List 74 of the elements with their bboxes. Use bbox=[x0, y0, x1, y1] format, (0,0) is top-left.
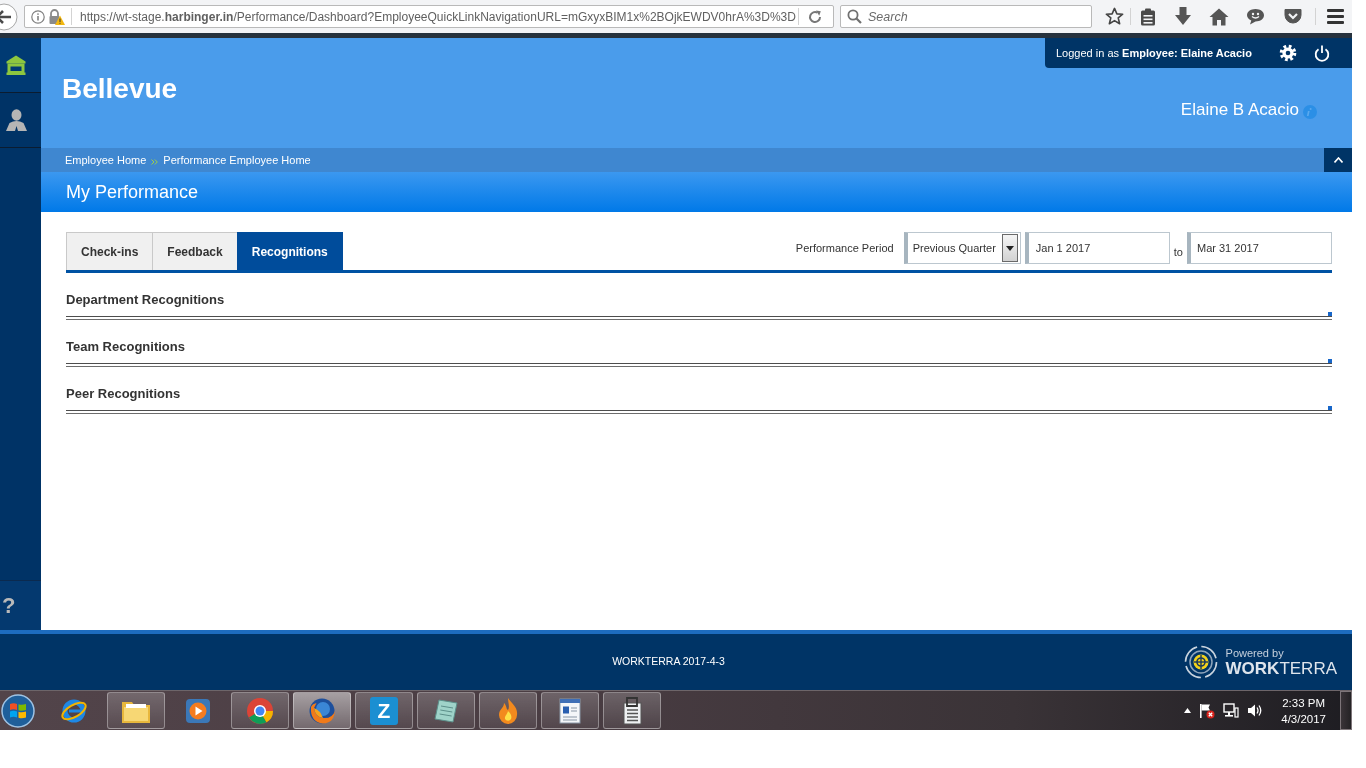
section-title: Team Recognitions bbox=[66, 339, 185, 355]
powered-by-text: Powered by bbox=[1225, 646, 1285, 659]
target-emblem-icon bbox=[1183, 645, 1218, 679]
site-title: Bellevue bbox=[62, 72, 178, 106]
search-input[interactable]: Search bbox=[862, 6, 1091, 27]
address-bar[interactable]: https://wt-stage.harbinger.in/Performance/Dashboard?EmployeeQuickLinkNavigationURL=mGxyxBIM1x%2BOjkEWDV0hrA%3D%3D bbox=[24, 5, 834, 28]
taskbar-app-button[interactable] bbox=[107, 692, 165, 729]
dropdown-button[interactable] bbox=[1001, 234, 1018, 262]
tab[interactable]: Check-ins bbox=[66, 232, 154, 270]
taskbar-app-button[interactable] bbox=[231, 692, 289, 729]
footer-text: WORKTERRA 2017-4-3 bbox=[612, 654, 725, 670]
taskbar-app-button[interactable] bbox=[603, 692, 661, 729]
marker-icon bbox=[1328, 312, 1332, 316]
taskbar-app-button[interactable] bbox=[541, 692, 599, 729]
sidebar-nav-item[interactable] bbox=[0, 38, 41, 93]
help-link[interactable]: ? bbox=[0, 580, 41, 630]
fox-globe-icon bbox=[308, 696, 336, 725]
chat-bubble-icon[interactable] bbox=[1246, 8, 1265, 25]
speaker-icon[interactable] bbox=[1247, 703, 1264, 718]
search-field[interactable]: Search bbox=[840, 5, 1092, 28]
date-field[interactable]: Mar 31 2017 bbox=[1187, 232, 1332, 264]
taskbar-app-button[interactable] bbox=[479, 692, 537, 729]
network-icon[interactable] bbox=[1223, 702, 1240, 719]
collapse-button[interactable] bbox=[1324, 148, 1352, 172]
person-icon bbox=[5, 109, 27, 131]
section-title: Peer Recognitions bbox=[66, 386, 181, 402]
section-title: Department Recognitions bbox=[66, 292, 225, 308]
pocket-icon[interactable] bbox=[1284, 8, 1302, 25]
breadcrumb-link[interactable]: Performance Employee Home bbox=[163, 151, 311, 169]
app-logo: Z bbox=[370, 696, 398, 725]
tab[interactable]: Recognitions bbox=[236, 232, 343, 270]
tab[interactable]: Feedback bbox=[152, 232, 238, 270]
show-desktop-button[interactable] bbox=[1340, 691, 1352, 730]
caret-down-icon bbox=[1005, 245, 1014, 251]
brand-logo-text: WORKTERRA bbox=[1225, 658, 1337, 678]
taskbar-app-button[interactable]: Z bbox=[355, 692, 413, 729]
info-icon[interactable] bbox=[31, 9, 45, 24]
bookmark-star-icon[interactable] bbox=[1105, 7, 1124, 26]
period-select[interactable]: Previous Quarter bbox=[903, 232, 1021, 264]
login-text: Logged in as Employee: Elaine Acacio bbox=[1056, 45, 1252, 61]
start-orb-icon[interactable] bbox=[1, 693, 35, 728]
marker-icon bbox=[1328, 406, 1332, 410]
date-field[interactable]: Jan 1 2017 bbox=[1024, 232, 1170, 264]
clock-time[interactable]: 2:33 PM bbox=[1281, 694, 1326, 711]
settings-icon[interactable] bbox=[1279, 44, 1297, 62]
power-icon[interactable] bbox=[1314, 44, 1330, 62]
search-icon bbox=[847, 9, 862, 24]
back-icon[interactable] bbox=[0, 2, 20, 31]
reload-icon[interactable] bbox=[807, 8, 823, 25]
notepad-icon bbox=[433, 697, 459, 724]
home-icon bbox=[6, 55, 26, 75]
user-name: Elaine B Acacio bbox=[1180, 99, 1299, 121]
menu-icon[interactable] bbox=[1327, 9, 1344, 24]
taskbar-app-button[interactable] bbox=[293, 692, 351, 729]
download-icon[interactable] bbox=[1174, 7, 1192, 26]
breadcrumb-link[interactable]: Employee Home bbox=[65, 151, 147, 169]
double-chevron-icon bbox=[151, 159, 159, 165]
tray-expand-icon[interactable] bbox=[1184, 708, 1192, 713]
lock-warning-icon[interactable] bbox=[48, 8, 65, 25]
marker-icon bbox=[1328, 359, 1332, 363]
flag-icon[interactable] bbox=[1199, 702, 1216, 719]
taskbar-app-button[interactable] bbox=[417, 692, 475, 729]
caret-up-icon bbox=[1333, 157, 1343, 163]
tricolor-circle-icon bbox=[246, 696, 274, 725]
to-label: to bbox=[1173, 244, 1183, 260]
clock-date[interactable]: 4/3/2017 bbox=[1281, 710, 1326, 727]
page-title: My Performance bbox=[41, 172, 1352, 212]
clipboard-list-icon[interactable] bbox=[1140, 7, 1156, 26]
media-player-icon bbox=[185, 697, 211, 724]
url-text: https://wt-stage.harbinger.in/Performance/Dashboard?EmployeeQuickLinkNavigationURL=mGxyxBIM1x%2BOjkEWDV0hrA%3D%3D bbox=[80, 8, 797, 26]
document-icon bbox=[558, 697, 582, 724]
clipped-document-icon bbox=[621, 696, 643, 725]
home-icon[interactable] bbox=[1209, 7, 1229, 26]
period-label: Performance Period bbox=[795, 240, 894, 256]
